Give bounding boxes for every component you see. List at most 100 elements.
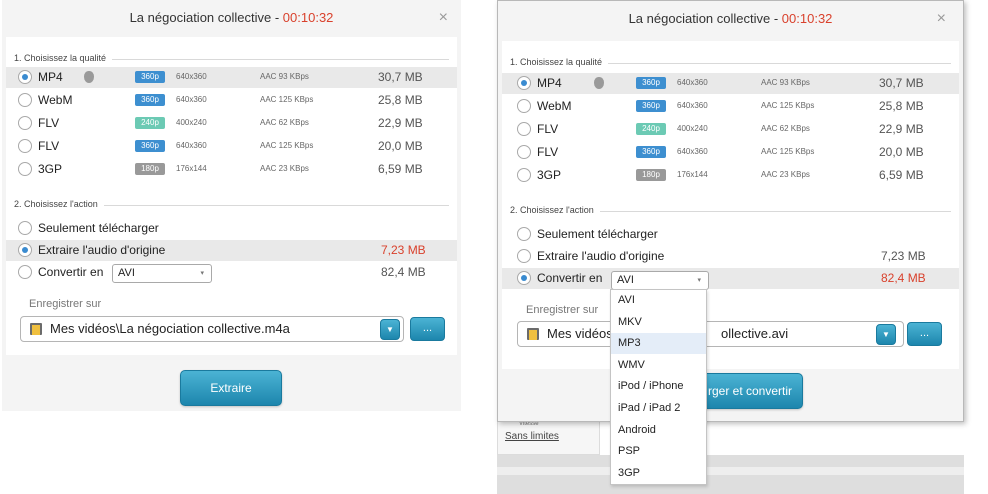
format-name: WebM	[38, 93, 73, 107]
download-dialog-left: La négociation collective - 00:10:32 × 1…	[2, 0, 461, 411]
format-radio[interactable]	[517, 122, 531, 136]
action-size: 82,4 MB	[881, 271, 926, 285]
extract-button[interactable]: Extraire	[180, 370, 282, 406]
format-row[interactable]: WebM 360p 640x360 AAC 125 KBps 25,8 MB	[502, 96, 959, 117]
format-radio[interactable]	[18, 70, 32, 84]
chevron-down-icon: ▼	[882, 330, 890, 339]
resolution: 640x360	[677, 147, 708, 156]
resolution: 400x240	[677, 124, 708, 133]
action-radio[interactable]	[18, 221, 32, 235]
action-row[interactable]: Extraire l'audio d'origine 7,23 MB	[6, 240, 457, 261]
action-radio[interactable]	[517, 249, 531, 263]
format-row[interactable]: FLV 360p 640x360 AAC 125 KBps 20,0 MB	[502, 142, 959, 163]
dropdown-option[interactable]: MKV	[611, 312, 706, 333]
format-row[interactable]: FLV 240p 400x240 AAC 62 KBps 22,9 MB	[502, 119, 959, 140]
format-row[interactable]: 3GP 180p 176x144 AAC 23 KBps 6,59 MB	[6, 159, 457, 180]
audio-bitrate: AAC 93 KBps	[761, 78, 810, 87]
file-size: 30,7 MB	[879, 76, 924, 90]
format-radio[interactable]	[18, 139, 32, 153]
dropdown-option[interactable]: Android	[611, 420, 706, 441]
folder-icon	[30, 323, 42, 335]
action-row[interactable]: Extraire l'audio d'origine 7,23 MB	[502, 246, 959, 267]
format-name: FLV	[38, 139, 60, 153]
action-radio[interactable]	[18, 243, 32, 257]
chevron-down-icon: ▼	[386, 325, 394, 334]
resolution: 640x360	[176, 72, 207, 81]
close-icon[interactable]: ×	[439, 0, 448, 36]
browse-button[interactable]: ...	[410, 317, 445, 341]
action-row[interactable]: Seulement télécharger	[502, 224, 959, 245]
save-location-label: Enregistrer sur	[29, 298, 102, 310]
format-row[interactable]: FLV 240p 400x240 AAC 62 KBps 22,9 MB	[6, 113, 457, 134]
resolution: 640x360	[677, 101, 708, 110]
dialog-title: La négociation collective	[628, 11, 771, 26]
format-radio[interactable]	[517, 168, 531, 182]
quality-badge: 240p	[636, 123, 666, 135]
resolution: 640x360	[176, 95, 207, 104]
dropdown-option[interactable]: iPod / iPhone	[611, 376, 706, 397]
action-size: 7,23 MB	[381, 243, 426, 257]
action-radio[interactable]	[18, 265, 32, 279]
resolution: 176x144	[677, 170, 708, 179]
quality-badge: 360p	[636, 100, 666, 112]
file-size: 6,59 MB	[378, 162, 423, 176]
audio-bitrate: AAC 62 KBps	[761, 124, 810, 133]
action-label: Seulement télécharger	[38, 221, 159, 235]
action-section-title: 2. Choisissez l'action	[510, 205, 600, 215]
save-path-text-end: ollective.avi	[721, 326, 789, 341]
path-dropdown-button[interactable]: ▼	[876, 324, 896, 345]
action-label: Extraire l'audio d'origine	[38, 243, 166, 257]
quality-section-title: 1. Choisissez la qualité	[510, 57, 609, 67]
apple-icon	[594, 77, 604, 89]
dropdown-option[interactable]: WMV	[611, 355, 706, 376]
convert-format-select[interactable]: AVI ▾	[611, 271, 709, 290]
file-size: 25,8 MB	[378, 93, 423, 107]
duration-timer: 00:10:32	[781, 11, 833, 26]
audio-bitrate: AAC 125 KBps	[260, 95, 314, 104]
action-row[interactable]: Seulement télécharger	[6, 218, 457, 239]
quality-badge: 360p	[636, 146, 666, 158]
format-radio[interactable]	[517, 145, 531, 159]
dropdown-option[interactable]: MP3	[611, 333, 706, 355]
browse-button[interactable]: ...	[907, 322, 942, 346]
audio-bitrate: AAC 125 KBps	[761, 101, 815, 110]
quality-badge: 360p	[135, 140, 165, 152]
format-row[interactable]: MP4 360p 640x360 AAC 93 KBps 30,7 MB	[502, 73, 959, 94]
save-path-field[interactable]: Mes vidéos ollective.avi	[517, 321, 904, 347]
format-row[interactable]: FLV 360p 640x360 AAC 125 KBps 20,0 MB	[6, 136, 457, 157]
quality-section-title: 1. Choisissez la qualité	[14, 53, 113, 63]
action-radio[interactable]	[517, 271, 531, 285]
action-radio[interactable]	[517, 227, 531, 241]
close-icon[interactable]: ×	[937, 1, 946, 37]
format-name: WebM	[537, 99, 572, 113]
dropdown-option[interactable]: iPad / iPad 2	[611, 398, 706, 419]
audio-bitrate: AAC 23 KBps	[761, 170, 810, 179]
save-path-field[interactable]: Mes vidéos\La négociation collective.m4a	[20, 316, 404, 342]
audio-bitrate: AAC 125 KBps	[761, 147, 815, 156]
format-radio[interactable]	[18, 116, 32, 130]
file-size: 22,9 MB	[378, 116, 423, 130]
action-row[interactable]: Convertir en 82,4 MB	[502, 268, 959, 289]
format-row[interactable]: WebM 360p 640x360 AAC 125 KBps 25,8 MB	[6, 90, 457, 111]
format-radio[interactable]	[18, 93, 32, 107]
format-row[interactable]: MP4 360p 640x360 AAC 93 KBps 30,7 MB	[6, 67, 457, 88]
format-radio[interactable]	[18, 162, 32, 176]
action-size: 82,4 MB	[381, 265, 426, 279]
path-dropdown-button[interactable]: ▼	[380, 319, 400, 340]
action-section-title: 2. Choisissez l'action	[14, 199, 104, 209]
apple-icon	[84, 71, 94, 83]
action-row[interactable]: Convertir en 82,4 MB	[6, 262, 457, 283]
convert-format-dropdown[interactable]: AVI MKV MP3 WMV iPod / iPhone iPad / iPad 2 An…	[610, 289, 707, 485]
convert-format-select[interactable]: AVI ▾	[112, 264, 212, 283]
dropdown-option[interactable]: PSP	[611, 441, 706, 462]
quality-badge: 360p	[636, 77, 666, 89]
file-size: 22,9 MB	[879, 122, 924, 136]
format-radio[interactable]	[517, 99, 531, 113]
dialog-titlebar: La négociation collective - 00:10:32 ×	[2, 0, 461, 36]
sans-limites-link[interactable]: Sans limites	[505, 431, 559, 442]
dropdown-option[interactable]: AVI	[611, 290, 706, 311]
format-radio[interactable]	[517, 76, 531, 90]
quality-badge: 180p	[135, 163, 165, 175]
format-row[interactable]: 3GP 180p 176x144 AAC 23 KBps 6,59 MB	[502, 165, 959, 186]
dropdown-option[interactable]: 3GP	[611, 463, 706, 484]
